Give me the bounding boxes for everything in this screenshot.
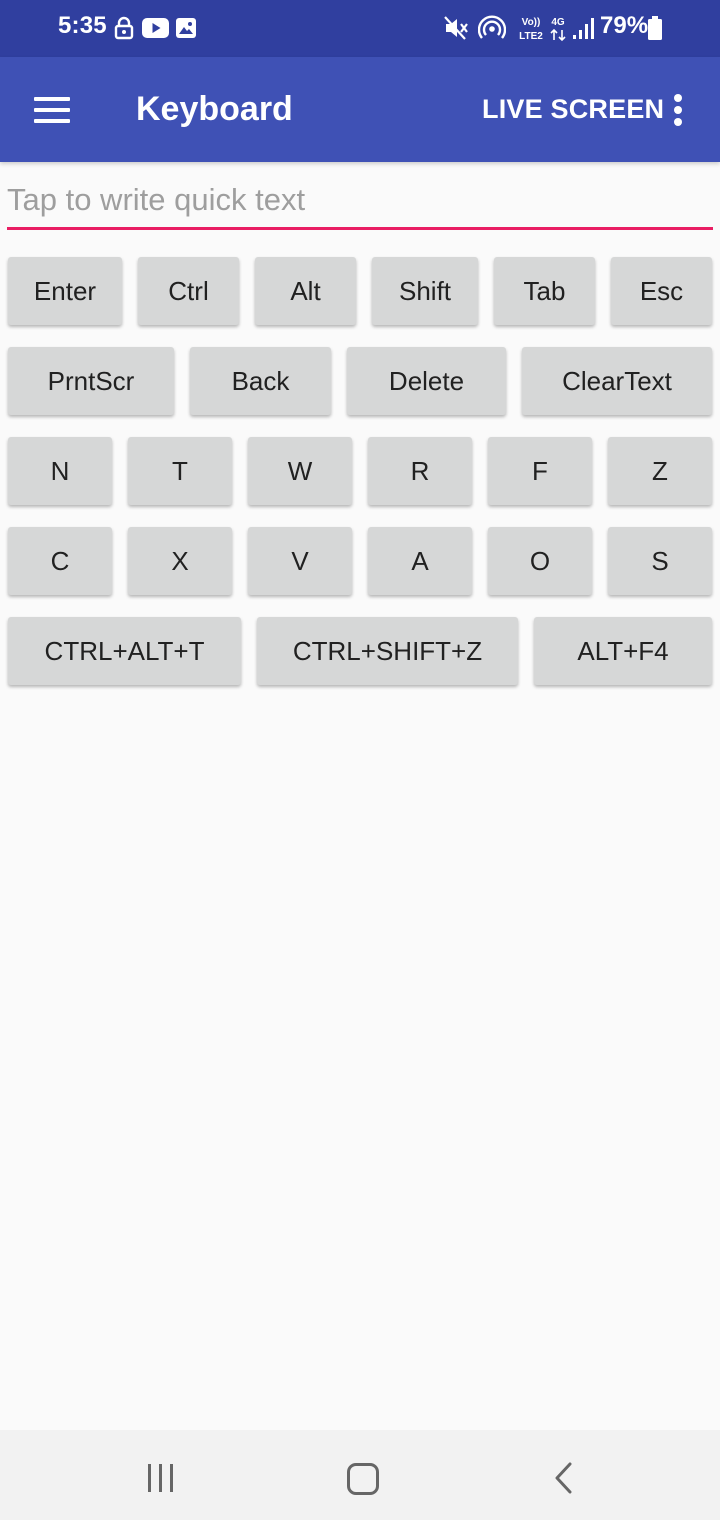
image-icon [176,18,196,38]
back-icon[interactable] [552,1462,576,1494]
key-shift[interactable]: Shift [372,257,478,325]
home-icon[interactable] [347,1463,379,1495]
key-cleartext[interactable]: ClearText [522,347,712,415]
key-f[interactable]: F [488,437,592,505]
mute-icon [444,16,468,40]
key-alt[interactable]: Alt [255,257,356,325]
key-o[interactable]: O [488,527,592,595]
lock-icon [114,16,134,40]
menu-icon[interactable] [34,97,70,123]
key-z[interactable]: Z [608,437,712,505]
volte-text: Vo)) [522,17,541,28]
key-ctrl[interactable]: Ctrl [138,257,239,325]
key-v[interactable]: V [248,527,352,595]
page-title: Keyboard [136,90,293,128]
more-options-icon[interactable] [674,94,682,126]
live-screen-button[interactable]: LIVE SCREEN [482,94,664,125]
recents-icon[interactable] [146,1464,176,1492]
status-time: 5:35 [58,12,107,39]
key-t[interactable]: T [128,437,232,505]
navigation-bar [0,1430,720,1520]
key-w[interactable]: W [248,437,352,505]
quick-text-input[interactable] [7,178,713,230]
key-c[interactable]: C [8,527,112,595]
key-s[interactable]: S [608,527,712,595]
battery-percent: 79% [600,12,649,39]
battery-icon [648,16,662,40]
key-delete[interactable]: Delete [347,347,506,415]
signal-icon [573,18,594,39]
svg-text:LTE2: LTE2 [519,31,543,42]
status-bar: 5:35 Vo)) LTE2 4G 79% [0,0,720,57]
hotspot-icon [478,15,506,39]
key-esc[interactable]: Esc [611,257,712,325]
key-a[interactable]: A [368,527,472,595]
key-tab[interactable]: Tab [494,257,595,325]
4g-icon: 4G [550,17,566,42]
key-x[interactable]: X [128,527,232,595]
volte-icon: Vo)) LTE2 [519,17,543,42]
app-bar: Keyboard LIVE SCREEN [0,57,720,162]
key-r[interactable]: R [368,437,472,505]
network-type: 4G [551,17,565,28]
key-alt-f4[interactable]: ALT+F4 [534,617,712,685]
key-ctrl-alt-t[interactable]: CTRL+ALT+T [8,617,241,685]
youtube-icon [142,18,169,38]
key-enter[interactable]: Enter [8,257,122,325]
key-back[interactable]: Back [190,347,331,415]
key-n[interactable]: N [8,437,112,505]
key-prntscr[interactable]: PrntScr [8,347,174,415]
key-ctrl-shift-z[interactable]: CTRL+SHIFT+Z [257,617,518,685]
